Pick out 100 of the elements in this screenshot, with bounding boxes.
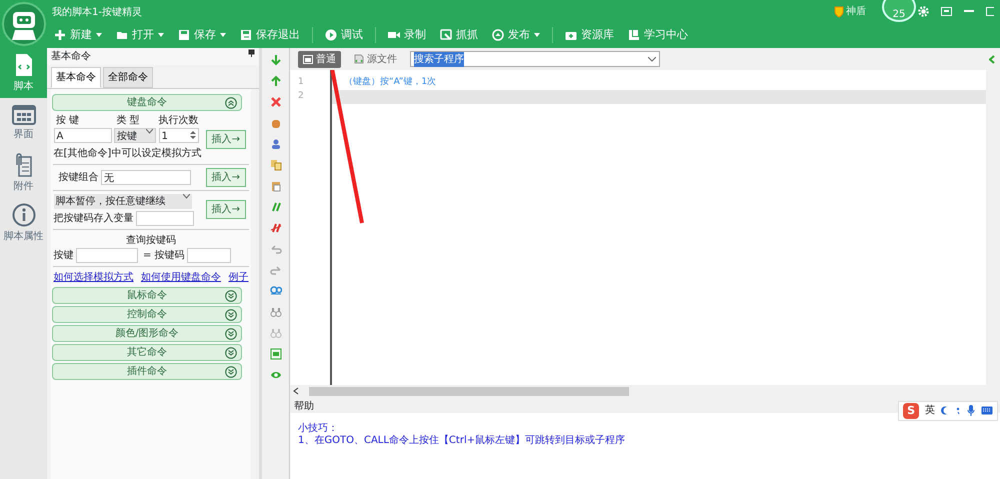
redo-icon[interactable] xyxy=(270,264,282,276)
help-link[interactable]: 例子 xyxy=(228,270,248,285)
user-name: 神盾 xyxy=(846,4,866,19)
section-header[interactable]: 控制命令 xyxy=(52,306,242,323)
file-code-icon xyxy=(354,54,364,64)
scrollbar-thumb[interactable] xyxy=(309,386,629,396)
scroll-left-icon[interactable] xyxy=(293,387,299,395)
maximize-icon[interactable] xyxy=(986,7,994,16)
panel-tab[interactable]: 基本命令 xyxy=(51,67,101,88)
book-icon xyxy=(628,29,640,42)
grid-icon xyxy=(12,104,36,124)
caret-icon xyxy=(182,194,190,198)
panel-title: 基本命令 xyxy=(51,50,91,64)
sidebar-tab[interactable]: 界面 xyxy=(0,98,47,148)
field-label: 把按键码存入变量 xyxy=(54,212,134,226)
toolbar-button[interactable]: 录制 xyxy=(386,27,428,44)
combo-field[interactable]: 无 xyxy=(101,170,191,184)
toolbar-button[interactable]: 抓抓 xyxy=(438,27,480,44)
caret-icon xyxy=(534,33,540,38)
subroutine-search-dropdown[interactable]: 搜索子程序 xyxy=(410,51,660,67)
field-label: 按 键 xyxy=(55,114,80,128)
microphone-icon[interactable] xyxy=(967,405,975,416)
toolbar-button[interactable]: 调试 xyxy=(323,27,365,44)
copy-icon[interactable] xyxy=(270,159,282,171)
view-mode-tab[interactable]: 源文件 xyxy=(349,50,402,68)
toolbar-button[interactable]: 保存退出 xyxy=(238,27,302,44)
sidebar-tab[interactable]: 脚本 xyxy=(0,48,47,98)
ime-mode[interactable]: 英 xyxy=(925,403,935,418)
binoculars-icon[interactable] xyxy=(270,327,282,339)
save-exit-icon xyxy=(240,29,252,42)
expand-icon xyxy=(225,309,237,321)
settings-icon[interactable] xyxy=(918,6,929,17)
keyboard-icon[interactable] xyxy=(981,406,993,416)
undo-icon[interactable] xyxy=(270,243,282,255)
info-icon xyxy=(12,202,36,226)
insert-button[interactable]: 插入→ xyxy=(206,130,246,149)
window-icon xyxy=(303,54,313,64)
level-badge: 25 xyxy=(882,0,916,22)
plus-icon xyxy=(54,29,66,42)
robot-logo-icon xyxy=(2,2,46,46)
save-icon xyxy=(178,29,190,42)
caret-icon xyxy=(648,56,656,62)
users-icon[interactable] xyxy=(270,138,282,150)
help-link[interactable]: 如何使用键盘命令 xyxy=(141,270,221,285)
pause-dropdown[interactable]: 脚本暂停，按任意键继续 xyxy=(54,194,192,208)
screen-capture-icon xyxy=(440,29,452,42)
line-number: 1 xyxy=(298,76,305,89)
goto-icon[interactable] xyxy=(270,285,282,297)
publish-icon xyxy=(492,29,504,42)
tip-title: 小技巧： xyxy=(298,423,339,435)
toolbar-button[interactable]: 新建 xyxy=(52,27,104,44)
field-label: 执行次数 xyxy=(158,114,198,128)
toolbar-button[interactable]: 保存 xyxy=(176,27,228,44)
variable-field[interactable] xyxy=(136,211,194,226)
sidebar-tab[interactable]: 附件 xyxy=(0,148,47,198)
toolbar-button[interactable]: 学习中心 xyxy=(626,27,690,44)
pin-icon[interactable] xyxy=(248,49,255,57)
up-arrow-icon[interactable] xyxy=(270,75,282,87)
toolbar-button[interactable]: 资源库 xyxy=(563,27,616,44)
spinner-arrows-icon xyxy=(190,129,196,141)
eye-icon[interactable] xyxy=(270,369,282,381)
key-query-field[interactable] xyxy=(76,248,138,263)
hint-text: 在[其他命令]中可以设定模拟方式 xyxy=(52,146,202,160)
help-link[interactable]: 如何选择模拟方式 xyxy=(54,270,134,285)
expand-icon xyxy=(225,347,237,359)
section-subtitle: 查询按键码 xyxy=(125,234,177,248)
skin-icon[interactable] xyxy=(941,7,952,16)
toolbox-icon xyxy=(565,29,577,42)
field-label: = 按键码 xyxy=(143,248,185,263)
section-header[interactable]: 插件命令 xyxy=(52,363,242,380)
image-icon[interactable] xyxy=(270,348,282,360)
paste-icon[interactable] xyxy=(270,180,282,192)
section-header[interactable]: 其它命令 xyxy=(52,344,242,361)
insert-button[interactable]: 插入→ xyxy=(206,200,246,220)
minimize-icon[interactable] xyxy=(964,10,974,13)
toolbar-button[interactable]: 打开 xyxy=(114,27,166,44)
section-header[interactable]: 键盘命令 xyxy=(52,94,242,111)
toolbar-button[interactable]: 发布 xyxy=(490,27,542,44)
collapse-left-icon[interactable] xyxy=(989,54,995,64)
down-arrow-icon[interactable] xyxy=(270,54,282,66)
view-mode-tab[interactable]: 普通 xyxy=(298,50,341,68)
insert-button[interactable]: 插入→ xyxy=(206,168,246,186)
keycode-field[interactable] xyxy=(187,248,232,263)
delete-icon[interactable] xyxy=(270,96,282,108)
sidebar-tab[interactable]: 脚本属性 xyxy=(0,198,47,248)
field-label: 类 型 xyxy=(116,114,141,128)
line-number: 2 xyxy=(298,90,305,103)
panel-tab[interactable]: 全部命令 xyxy=(103,67,153,88)
section-header[interactable]: 鼠标命令 xyxy=(52,287,242,304)
uncomment-icon[interactable] xyxy=(270,222,282,234)
expand-icon xyxy=(225,328,237,340)
count-spinner[interactable]: 1 xyxy=(158,128,198,143)
section-header[interactable]: 颜色/图形命令 xyxy=(52,325,242,342)
comment-icon[interactable] xyxy=(270,201,282,213)
binoculars-icon[interactable] xyxy=(270,306,282,318)
type-dropdown[interactable]: 按键 xyxy=(114,128,156,143)
folder-icon xyxy=(116,29,128,42)
punctuation-icon[interactable] xyxy=(956,406,961,416)
key-field[interactable]: A xyxy=(54,128,112,143)
caret-icon xyxy=(146,129,153,134)
